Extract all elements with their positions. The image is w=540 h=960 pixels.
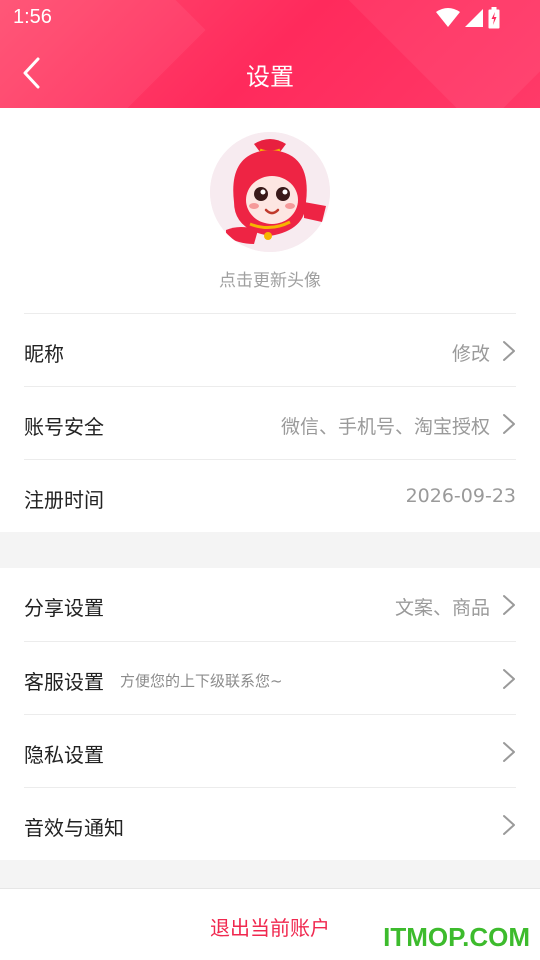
- status-bar: 1:56: [0, 0, 540, 36]
- chevron-right-icon: [503, 595, 515, 615]
- title-bar: 设置: [0, 36, 540, 108]
- row-value: 微信、手机号、淘宝授权: [280, 416, 490, 438]
- watermark: ITMOP.COM: [383, 922, 530, 952]
- account-settings-group: 昵称 修改 账号安全 微信、手机号、淘宝授权 注册时间 2026-09-23: [0, 313, 540, 532]
- row-value: 修改: [451, 343, 490, 365]
- chevron-right-icon: [503, 742, 515, 762]
- status-icons: [436, 7, 500, 29]
- row-label: 分享设置: [24, 596, 104, 620]
- row-label: 账号安全: [24, 415, 104, 439]
- nickname-row[interactable]: 昵称 修改: [24, 313, 516, 386]
- privacy-settings-row[interactable]: 隐私设置: [24, 714, 516, 787]
- chevron-right-icon: [503, 815, 515, 835]
- chevron-right-icon: [503, 414, 515, 434]
- wifi-icon: [436, 8, 460, 27]
- row-hint: 方便您的上下级联系您~: [120, 672, 283, 690]
- avatar[interactable]: [210, 132, 330, 252]
- row-value: 2026-09-23: [405, 485, 516, 507]
- account-security-row[interactable]: 账号安全 微信、手机号、淘宝授权: [24, 386, 516, 459]
- page-title: 设置: [246, 63, 294, 91]
- row-value: 文案、商品: [394, 597, 490, 619]
- mascot-avatar-icon: [210, 132, 330, 252]
- row-label: 客服设置: [24, 670, 104, 694]
- profile-section: 点击更新头像: [0, 108, 540, 313]
- battery-icon: [488, 7, 500, 29]
- register-time-row: 注册时间 2026-09-23: [24, 459, 516, 532]
- preferences-group: 分享设置 文案、商品 客服设置 方便您的上下级联系您~ 隐私设置 音效与通知: [0, 568, 540, 860]
- customer-service-row[interactable]: 客服设置 方便您的上下级联系您~: [24, 641, 516, 714]
- row-label: 昵称: [24, 342, 64, 366]
- row-label: 注册时间: [24, 488, 104, 512]
- avatar-caption[interactable]: 点击更新头像: [0, 266, 540, 291]
- chevron-right-icon: [503, 341, 515, 361]
- status-time: 1:56: [13, 6, 52, 28]
- signal-icon: [465, 9, 483, 27]
- row-label: 音效与通知: [24, 816, 124, 840]
- row-label: 隐私设置: [24, 743, 104, 767]
- chevron-right-icon: [503, 669, 515, 689]
- sound-notification-row[interactable]: 音效与通知: [24, 787, 516, 860]
- share-settings-row[interactable]: 分享设置 文案、商品: [24, 568, 516, 641]
